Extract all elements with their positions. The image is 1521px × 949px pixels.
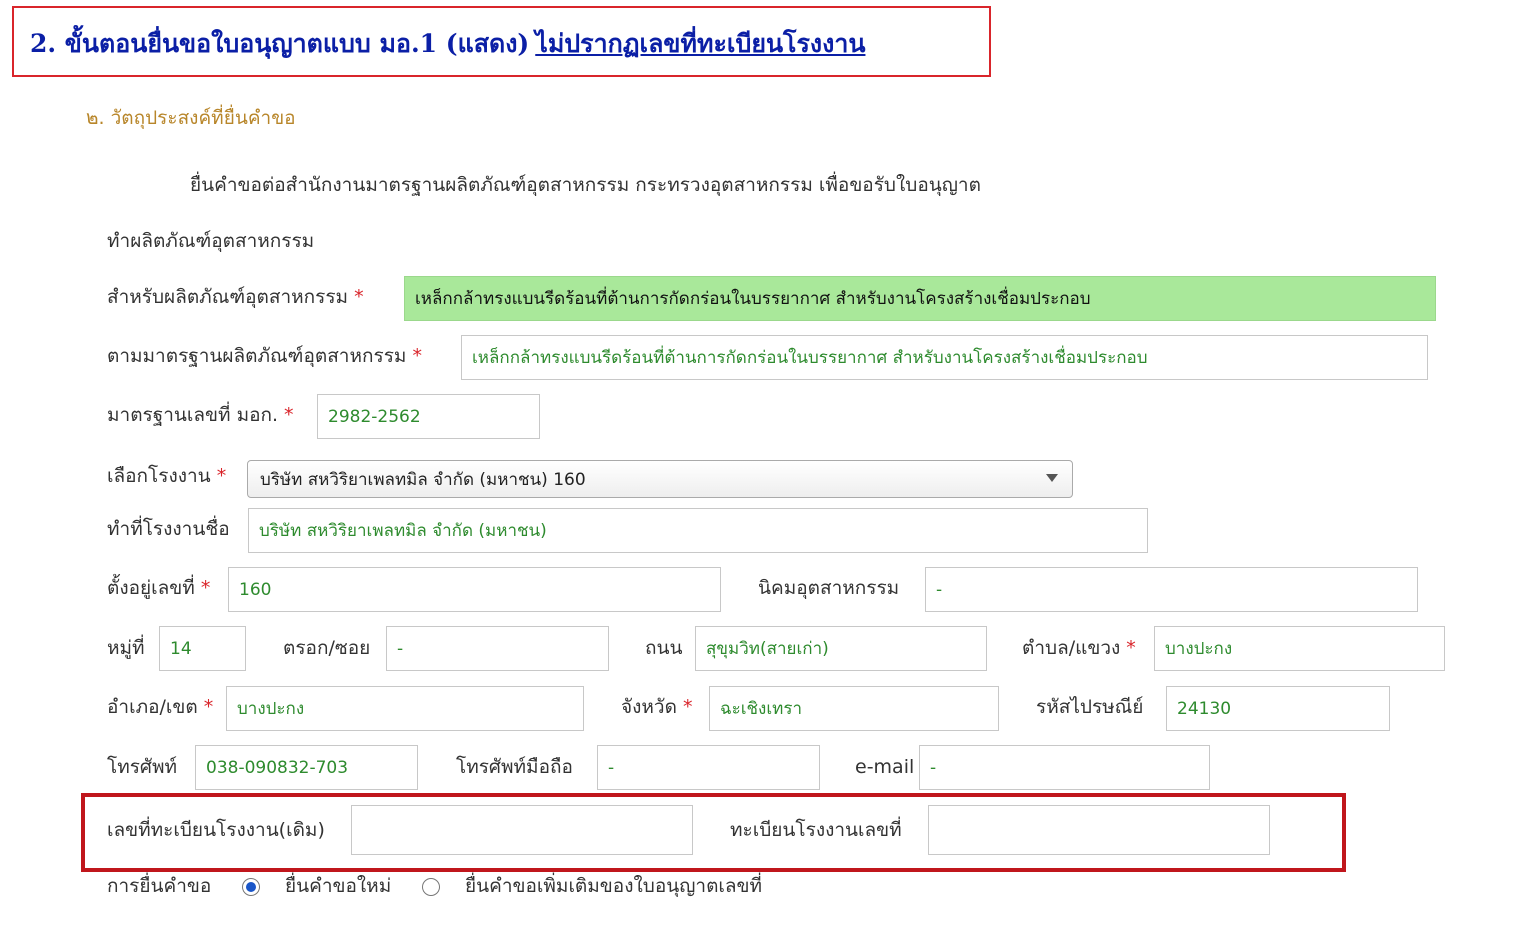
- standard-label: ตามมาตรฐานผลิตภัณฑ์อุตสาหกรรม *: [107, 345, 422, 367]
- banner-title: 2. ขั้นตอนยื่นขอใบอนุญาตแบบ มอ.1 (แสดง) ไ…: [30, 24, 865, 64]
- address-number-label: ตั้งอยู่เลขที่ *: [107, 577, 211, 599]
- postcode-label: รหัสไปรษณีย์: [1036, 696, 1144, 718]
- factory-name-field[interactable]: บริษัท สหวิริยาเพลทมิล จำกัด (มหาชน): [248, 508, 1148, 553]
- required-mark: *: [354, 286, 364, 308]
- mobile-label: โทรศัพท์มือถือ: [456, 756, 573, 778]
- request-type-label: การยื่นคำขอ: [107, 875, 212, 897]
- instruction-banner: 2. ขั้นตอนยื่นขอใบอนุญาตแบบ มอ.1 (แสดง) ไ…: [12, 6, 991, 77]
- registration-number-field[interactable]: [928, 805, 1270, 855]
- required-mark: *: [216, 465, 227, 487]
- district-field[interactable]: บางปะกง: [226, 686, 584, 731]
- old-registration-label: เลขที่ทะเบียนโรงงาน(เดิม): [107, 819, 325, 841]
- road-field[interactable]: สุขุมวิท(สายเก่า): [695, 626, 987, 671]
- required-mark: *: [1126, 637, 1136, 659]
- postcode-field[interactable]: 24130: [1166, 686, 1390, 731]
- required-mark: *: [412, 345, 422, 367]
- factory-select-value: บริษัท สหวิริยาเพลทมิล จำกัด (มหาชน) 160: [260, 469, 586, 490]
- intro-text-2: ทำผลิตภัณฑ์อุตสาหกรรม: [107, 230, 315, 252]
- moo-label: หมู่ที่: [107, 637, 145, 659]
- phone-label: โทรศัพท์: [107, 756, 178, 778]
- soi-label: ตรอก/ซอย: [283, 637, 371, 659]
- request-new-radio[interactable]: [242, 878, 260, 896]
- request-additional-label: ยื่นคำขอเพิ่มเติมของใบอนุญาตเลขที่: [465, 875, 763, 897]
- tis-number-field[interactable]: 2982-2562: [317, 394, 540, 439]
- industrial-estate-field[interactable]: -: [925, 567, 1418, 612]
- road-label: ถนน: [645, 637, 683, 659]
- district-label: อำเภอ/เขต *: [107, 696, 214, 718]
- request-new-label: ยื่นคำขอใหม่: [285, 875, 392, 897]
- province-field[interactable]: ฉะเชิงเทรา: [709, 686, 999, 731]
- chevron-down-icon: [1046, 474, 1058, 482]
- address-number-field[interactable]: 160: [228, 567, 721, 612]
- subdistrict-label: ตำบล/แขวง *: [1022, 637, 1136, 659]
- mobile-field[interactable]: -: [597, 745, 820, 790]
- province-label: จังหวัด *: [621, 696, 693, 718]
- intro-text: ยื่นคำขอต่อสำนักงานมาตรฐานผลิตภัณฑ์อุตสา…: [190, 174, 981, 196]
- required-mark: *: [682, 696, 693, 718]
- banner-underlined-text: ไม่ปรากฏเลขที่ทะเบียนโรงงาน: [535, 29, 866, 58]
- request-additional-radio[interactable]: [422, 878, 440, 896]
- email-field[interactable]: -: [919, 745, 1210, 790]
- factory-select[interactable]: บริษัท สหวิริยาเพลทมิล จำกัด (มหาชน) 160: [247, 460, 1073, 498]
- registration-number-label: ทะเบียนโรงงานเลขที่: [730, 819, 902, 841]
- standard-field[interactable]: เหล็กกล้าทรงแบนรีดร้อนที่ต้านการกัดกร่อน…: [461, 335, 1428, 380]
- phone-field[interactable]: 038-090832-703: [195, 745, 418, 790]
- industrial-estate-label: นิคมอุตสาหกรรม: [758, 577, 900, 599]
- required-mark: *: [200, 577, 211, 599]
- email-label: e-mail: [855, 756, 915, 778]
- required-mark: *: [203, 696, 214, 718]
- required-mark: *: [284, 404, 294, 426]
- soi-field[interactable]: -: [386, 626, 609, 671]
- product-label: สำหรับผลิตภัณฑ์อุตสาหกรรม *: [107, 286, 364, 308]
- subdistrict-field[interactable]: บางปะกง: [1154, 626, 1445, 671]
- section-title: ๒. วัตถุประสงค์ที่ยื่นคำขอ: [86, 107, 296, 129]
- banner-title-text: 2. ขั้นตอนยื่นขอใบอนุญาตแบบ มอ.1 (แสดง): [30, 29, 530, 58]
- old-registration-field[interactable]: [351, 805, 693, 855]
- product-field[interactable]: เหล็กกล้าทรงแบนรีดร้อนที่ต้านการกัดกร่อน…: [404, 276, 1436, 321]
- factory-name-label: ทำที่โรงงานชื่อ: [107, 518, 230, 540]
- tis-number-label: มาตรฐานเลขที่ มอก. *: [107, 404, 294, 426]
- moo-field[interactable]: 14: [159, 626, 246, 671]
- factory-select-label: เลือกโรงงาน *: [107, 465, 227, 487]
